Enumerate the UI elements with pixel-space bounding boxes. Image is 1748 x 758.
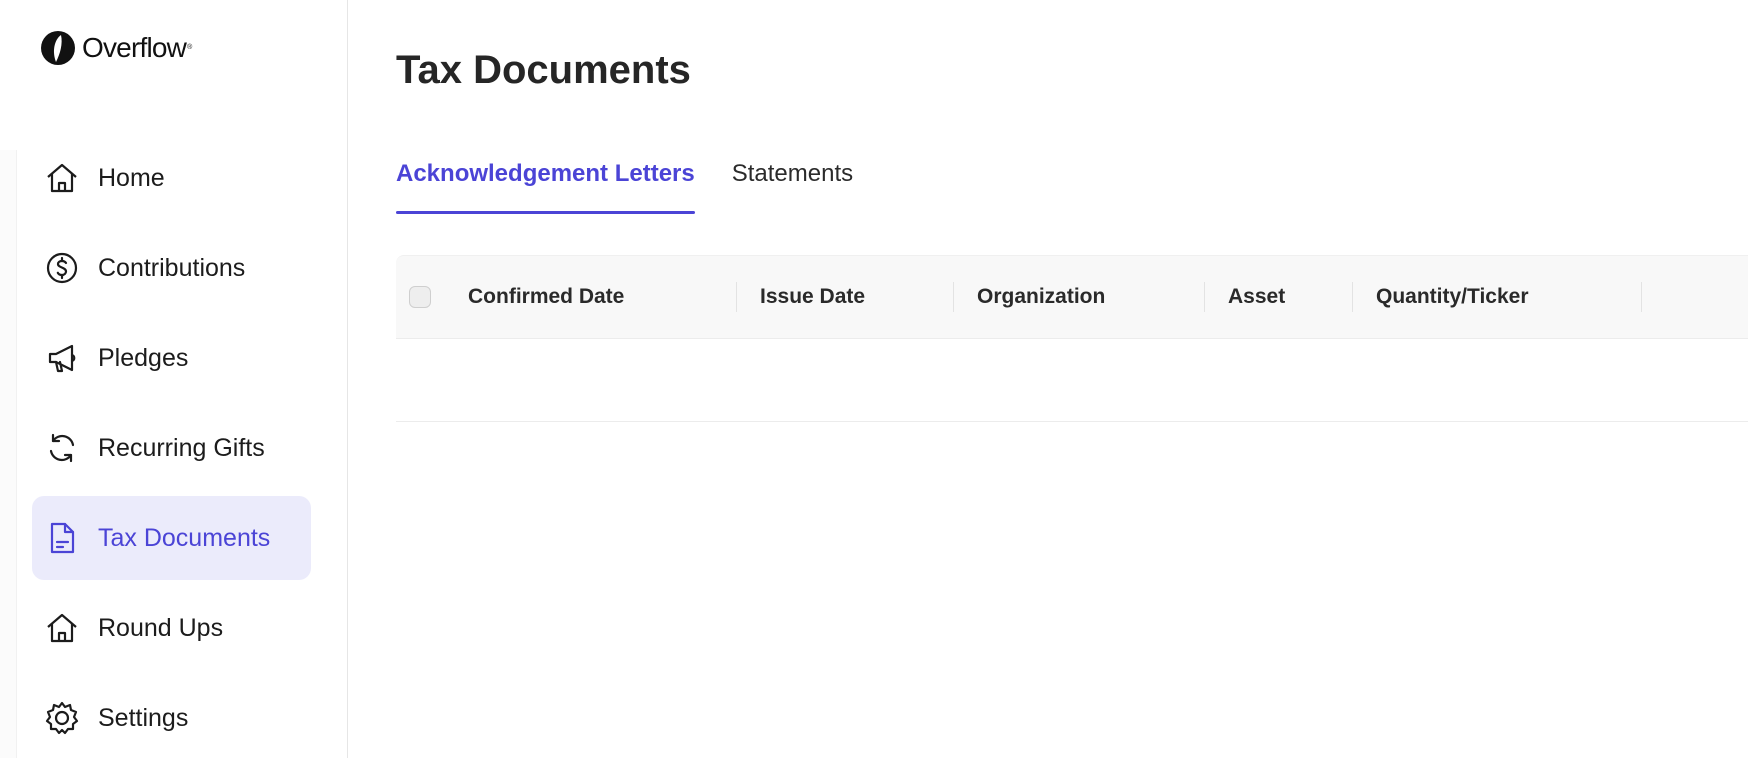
sidebar: Overflow® Home Contributions Pledges Rec… — [0, 0, 348, 758]
sidebar-item-label: Pledges — [98, 343, 189, 372]
sidebar-nav: Home Contributions Pledges Recurring Gif… — [32, 136, 311, 758]
sidebar-item-label: Home — [98, 163, 165, 192]
sidebar-item-label: Round Ups — [98, 613, 224, 642]
sidebar-item-tax-documents[interactable]: Tax Documents — [32, 496, 311, 580]
column-header-organization[interactable]: Organization — [977, 256, 1105, 338]
column-divider — [1641, 282, 1642, 312]
sidebar-edge — [0, 150, 17, 758]
tab-statements[interactable]: Statements — [732, 160, 853, 214]
sidebar-item-label: Tax Documents — [98, 523, 271, 552]
dollar-circle-icon — [44, 250, 80, 286]
logo-text: Overflow® — [82, 32, 192, 63]
sidebar-item-settings[interactable]: Settings — [32, 676, 311, 758]
sidebar-item-round-ups[interactable]: Round Ups — [32, 586, 311, 670]
table-header: Confirmed Date Issue Date Organization A… — [396, 255, 1748, 339]
document-icon — [44, 520, 80, 556]
tab-acknowledgement-letters[interactable]: Acknowledgement Letters — [396, 160, 695, 214]
tab-bar: Acknowledgement Letters Statements — [396, 160, 853, 214]
home-icon — [44, 610, 80, 646]
table-body-empty — [396, 339, 1748, 422]
column-header-quantity-ticker[interactable]: Quantity/Ticker — [1376, 256, 1529, 338]
column-header-asset[interactable]: Asset — [1228, 256, 1285, 338]
column-divider — [1204, 282, 1205, 312]
column-divider — [953, 282, 954, 312]
refresh-icon — [44, 430, 80, 466]
sidebar-item-recurring-gifts[interactable]: Recurring Gifts — [32, 406, 311, 490]
column-header-confirmed-date[interactable]: Confirmed Date — [468, 256, 624, 338]
select-all-checkbox[interactable] — [409, 286, 431, 308]
sidebar-item-label: Recurring Gifts — [98, 433, 265, 462]
sidebar-item-contributions[interactable]: Contributions — [32, 226, 311, 310]
main-content: Tax Documents Acknowledgement Letters St… — [348, 0, 1748, 758]
column-header-issue-date[interactable]: Issue Date — [760, 256, 865, 338]
sidebar-item-label: Contributions — [98, 253, 246, 282]
overflow-logo-icon — [41, 31, 75, 65]
home-icon — [44, 160, 80, 196]
sidebar-item-home[interactable]: Home — [32, 136, 311, 220]
documents-table: Confirmed Date Issue Date Organization A… — [396, 255, 1748, 422]
sidebar-item-label: Settings — [98, 703, 189, 732]
logo[interactable]: Overflow® — [40, 30, 192, 66]
sidebar-item-pledges[interactable]: Pledges — [32, 316, 311, 400]
page-title: Tax Documents — [396, 48, 691, 92]
app-root: Overflow® Home Contributions Pledges Rec… — [0, 0, 1748, 758]
gear-icon — [44, 700, 80, 736]
column-divider — [736, 282, 737, 312]
megaphone-icon — [44, 340, 80, 376]
column-divider — [1352, 282, 1353, 312]
